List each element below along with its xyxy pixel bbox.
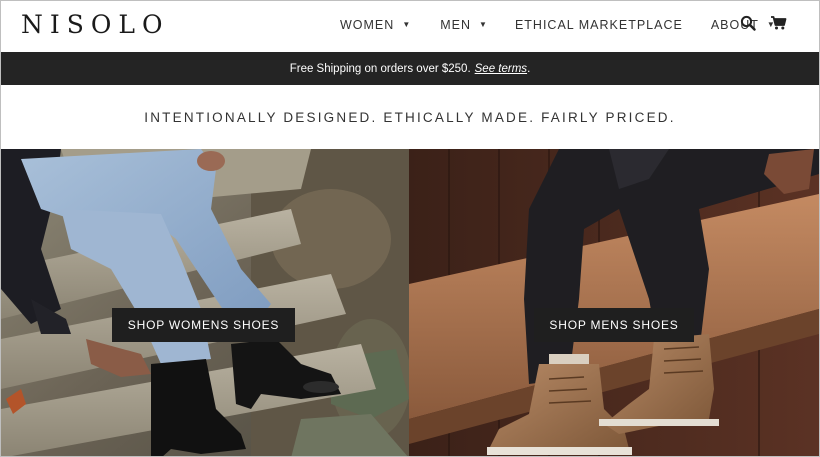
announcement-bar: Free Shipping on orders over $250. See t… [1, 52, 819, 85]
tagline: INTENTIONALLY DESIGNED. ETHICALLY MADE. … [144, 109, 676, 125]
nav-men[interactable]: MEN ▼ [440, 18, 488, 32]
nav-ethical-marketplace[interactable]: ETHICAL MARKETPLACE [515, 18, 683, 32]
page-frame: NISOLO WOMEN ▼ MEN ▼ ETHICAL MARKETPLACE… [0, 0, 820, 457]
caret-down-icon: ▼ [402, 19, 412, 29]
cart-icon[interactable] [770, 15, 788, 33]
main-nav: WOMEN ▼ MEN ▼ ETHICAL MARKETPLACE ABOUT … [340, 18, 776, 32]
nav-women[interactable]: WOMEN ▼ [340, 18, 411, 32]
announcement-suffix: . [527, 62, 531, 75]
shop-womens-shoes-button[interactable]: SHOP WOMENS SHOES [112, 308, 295, 342]
men-hero-image[interactable]: SHOP MENS SHOES [409, 149, 819, 456]
nisolo-logo[interactable]: NISOLO [21, 10, 169, 39]
announcement-text: Free Shipping on orders over $250. [289, 62, 471, 75]
shop-mens-shoes-button[interactable]: SHOP MENS SHOES [534, 308, 694, 342]
nav-women-label: WOMEN [340, 18, 395, 32]
caret-down-icon: ▼ [479, 19, 488, 29]
site-header: NISOLO WOMEN ▼ MEN ▼ ETHICAL MARKETPLACE… [1, 1, 819, 52]
see-terms-link[interactable]: See terms [475, 63, 527, 75]
nav-ethical-label: ETHICAL MARKETPLACE [514, 18, 683, 32]
search-icon[interactable] [740, 15, 758, 33]
nav-men-label: MEN [440, 18, 472, 32]
women-hero-image[interactable]: SHOP WOMENS SHOES [1, 149, 409, 456]
